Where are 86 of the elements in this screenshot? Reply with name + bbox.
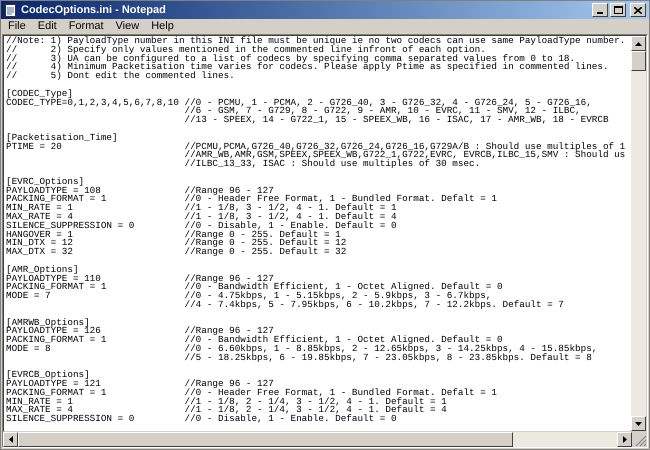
scroll-left-button[interactable]	[3, 432, 18, 447]
setting-text: MIN_DTX = 12	[6, 237, 73, 248]
comment-text: //PCMU,PCMA,G726_40,G726_32,G726_24,G726_16,G729A/B : Should use multiples of 1	[184, 142, 626, 152]
text-line: [AMR_Options]	[6, 266, 79, 275]
setting-text: MAX_RATE = 4	[6, 210, 73, 222]
comment-text: //0 - 4.75kbps, 1 - 5.15kbps, 2 - 5.9kbps, 3 - 6.7kbps,	[184, 292, 492, 301]
menu-item[interactable]: Format	[62, 19, 110, 33]
close-button[interactable]	[630, 3, 646, 17]
resize-grip-icon[interactable]	[635, 435, 647, 447]
setting-text: SILENCE_SUPPRESSION = 0	[6, 413, 134, 424]
close-icon	[634, 6, 642, 14]
horizontal-scrollbar[interactable]	[3, 432, 647, 447]
setting-text: PAYLOADTYPE = 121	[6, 378, 101, 390]
setting-text: PAYLOADTYPE = 126	[6, 325, 101, 336]
text-line: [EVRCB_Options]	[6, 371, 90, 380]
comment-text: //0 - Disable, 1 - Enable. Default = 0	[184, 415, 397, 424]
setting-text: MAX_DTX = 32	[6, 246, 73, 258]
comment-text: //1 - 1/8, 2 - 1/4, 3 - 1/2, 4 - 1. Default = 4	[184, 406, 447, 416]
setting-text: MODE = 8	[6, 342, 51, 354]
setting-text: CODEC_TYPE=0,1,2,3,4,5,6,7,8,10	[6, 96, 179, 108]
text-line: //Note: 1) PayloadType number in this INI file must be unique ie no two codecs can use same PayloadType number.	[6, 37, 626, 46]
comment-text: //0 - Bandwidth Efficient, 1 - Octet Aligned. Default = 0	[184, 336, 503, 345]
comment-text: //1 - 1/8, 2 - 1/4, 3 - 1/2, 4 - 1. Default = 1	[184, 398, 447, 406]
setting-text: MODE = 7	[6, 290, 51, 302]
text-line: [CODEC_Type]	[6, 90, 73, 99]
setting-text: MIN_RATE = 1	[6, 202, 73, 214]
minimize-button[interactable]	[592, 3, 608, 17]
comment-text: //1 - 1/8, 3 - 1/2, 4 - 1. Default = 4	[184, 212, 397, 222]
scroll-thumb[interactable]	[18, 432, 513, 447]
down-arrow-icon	[635, 422, 642, 426]
text-line: // 5) Dont edit the commented lines.	[6, 72, 235, 81]
comment-text: //0 - Bandwidth Efficient, 1 - Octet Aligned. Default = 0	[184, 283, 503, 292]
setting-text: MAX_RATE = 4	[6, 404, 73, 416]
setting-text: PTIME = 20	[6, 140, 62, 152]
window-title: CodecOptions.ini - Notepad	[21, 4, 166, 16]
up-arrow-icon	[635, 42, 642, 46]
minimize-icon	[597, 12, 603, 14]
menu-item[interactable]: Help	[145, 19, 180, 33]
text-line: [EVRC_Options]	[6, 178, 84, 187]
text-line: // 2) Specify only values mentioned in the commented line infront of each option.	[6, 46, 486, 55]
comment-text: //Range 96 - 127	[184, 380, 274, 389]
setting-text: PAYLOADTYPE = 108	[6, 184, 101, 196]
comment-text: //0 - Disable, 1 - Enable. Default = 0	[184, 222, 397, 231]
comment-text: //0 - Header Free Format, 1 - Bundled Format. Defalt = 1	[184, 195, 497, 204]
comment-text: //Range 0 - 255. Default = 1	[184, 230, 341, 240]
notepad-icon	[4, 4, 17, 16]
comment-text: //5 - 18.25kbps, 6 - 19.85kbps, 7 - 23.05kbps, 8 - 23.85kbps. Default = 8	[184, 354, 592, 362]
scroll-right-button[interactable]	[617, 432, 632, 447]
text-area[interactable]	[4, 36, 631, 431]
setting-text: HANGOVER = 1	[6, 228, 73, 240]
text-line: // 3) UA can be configured to a list of codecs by specifying comma separated values from 0 to 18.	[6, 54, 576, 64]
menu-item[interactable]: File	[2, 19, 32, 33]
left-arrow-icon	[8, 436, 12, 443]
maximize-icon	[614, 6, 622, 14]
setting-text: PAYLOADTYPE = 110	[6, 272, 101, 284]
scroll-down-button[interactable]	[631, 416, 646, 431]
comment-text: //0 - PCMU, 1 - PCMA, 2 - G726_40, 3 - G726_32, 4 - G726_24, 5 - G726_16,	[184, 98, 592, 108]
comment-text: //Range 96 - 127	[184, 186, 274, 196]
comment-text: //6 - GSM, 7 - G729, 8 - G722, 9 - AMR, 10 - EVRC, 11 - SMV, 12 - ILBC,	[184, 107, 581, 116]
vertical-scrollbar[interactable]	[631, 36, 646, 431]
setting-text: PACKING_FORMAT = 1	[6, 386, 106, 398]
setting-text: MIN_RATE = 1	[6, 396, 73, 407]
comment-text: //1 - 1/8, 3 - 1/2, 4 - 1. Default = 1	[184, 204, 397, 213]
text-line: [AMRWB_Options]	[6, 318, 90, 328]
setting-text: SILENCE_SUPPRESSION = 0	[6, 220, 134, 231]
comment-text: //Range 0 - 255. Default = 32	[184, 248, 346, 257]
setting-text: PACKING_FORMAT = 1	[6, 193, 106, 204]
text-line: // 4) Minimum Packetisation time varies for codecs. Please apply Ptime as specified in commented lines.	[6, 63, 609, 72]
menu-item[interactable]: View	[110, 19, 146, 33]
comment-text: //ILBC_13_33, ISAC : Should use multiples of 30 msec.	[184, 160, 480, 169]
right-arrow-icon	[622, 436, 626, 443]
comment-text: //0 - 6.60kbps, 1 - 8.85kbps, 2 - 12.65kbps, 3 - 14.25kbps, 4 - 15.85kbps,	[184, 344, 598, 354]
setting-text: PACKING_FORMAT = 1	[6, 281, 106, 292]
comment-text: //AMR_WB,AMR,GSM,SPEEX,SPEEX_WB,G722_1,G722,EVRC, EVRCB,ILBC_15,SMV : Should us	[184, 151, 626, 160]
comment-text: //0 - Header Free Format, 1 - Bundled Format. Defalt = 1	[184, 388, 497, 398]
comment-text: //Range 96 - 127	[184, 274, 274, 284]
comment-text: //13 - SPEEX, 14 - G722_1, 15 - SPEEX_WB, 16 - ISAC, 17 - AMR_WB, 18 - EVRCB	[184, 116, 609, 125]
comment-text: //Range 0 - 255. Default = 12	[184, 239, 346, 248]
text-line: [Packetisation_Time]	[6, 134, 118, 143]
setting-text: PACKING_FORMAT = 1	[6, 334, 106, 346]
scroll-up-button[interactable]	[631, 36, 646, 51]
maximize-button[interactable]	[610, 3, 626, 17]
menu-item[interactable]: Edit	[32, 19, 63, 33]
comment-text: //4 - 7.4kbps, 5 - 7.95kbps, 6 - 10.2kbps, 7 - 12.2kbps. Default = 7	[184, 300, 564, 310]
comment-text: //Range 96 - 127	[184, 327, 274, 336]
scroll-thumb[interactable]	[631, 51, 646, 71]
